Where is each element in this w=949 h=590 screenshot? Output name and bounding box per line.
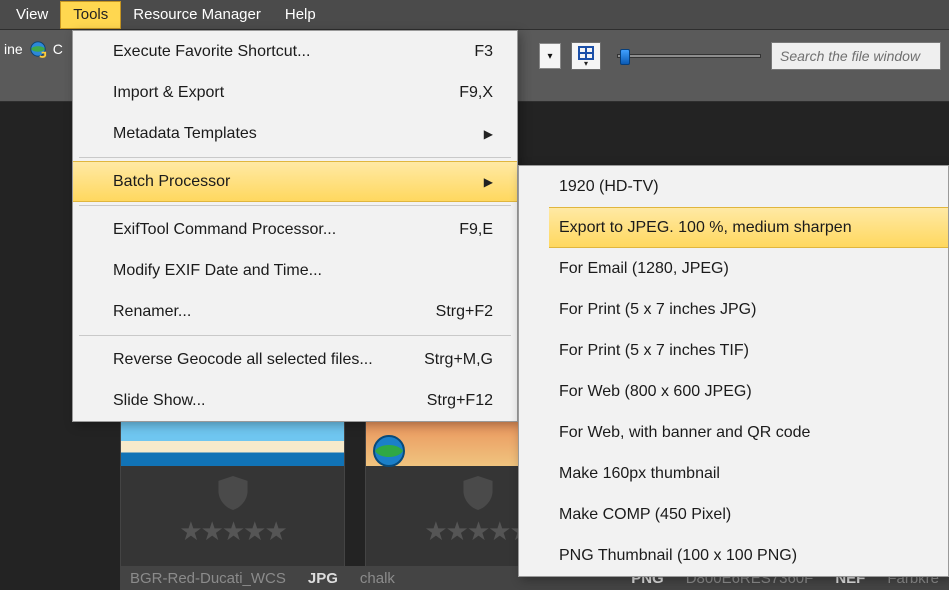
menu-item-label: ExifTool Command Processor... — [113, 221, 413, 239]
menu-resource-manager[interactable]: Resource Manager — [121, 1, 273, 29]
caret-down-icon: ▾ — [547, 51, 552, 62]
submenu-item-png-thumb[interactable]: PNG Thumbnail (100 x 100 PNG) — [519, 535, 948, 576]
caret-down-icon: ▾ — [584, 61, 588, 67]
menu-item-exiftool[interactable]: ExifTool Command Processor... F9,E — [73, 209, 517, 250]
menu-item-label: 1920 (HD-TV) — [559, 178, 924, 196]
menu-item-reverse-geocode[interactable]: Reverse Geocode all selected files... St… — [73, 339, 517, 380]
submenu-item-for-email[interactable]: For Email (1280, JPEG) — [519, 248, 948, 289]
menu-item-accel: F3 — [431, 43, 493, 61]
thumbnail-image — [121, 421, 344, 466]
menu-item-label: For Email (1280, JPEG) — [559, 260, 924, 278]
menu-item-batch-processor[interactable]: Batch Processor ▶ — [73, 161, 517, 202]
menu-item-accel: F9,E — [431, 221, 493, 239]
submenu-item-export-jpeg[interactable]: Export to JPEG. 100 %, medium sharpen — [519, 207, 948, 248]
star-rating[interactable]: ★★★★★ — [179, 516, 286, 547]
menu-item-label: Modify EXIF Date and Time... — [113, 262, 493, 280]
menu-item-modify-exif-date[interactable]: Modify EXIF Date and Time... — [73, 250, 517, 291]
menu-item-label: Renamer... — [113, 303, 413, 321]
toolbar-cut-letter: C — [53, 41, 63, 57]
menu-item-label: Metadata Templates — [113, 125, 456, 143]
menu-item-metadata-templates[interactable]: Metadata Templates ▶ — [73, 113, 517, 154]
menu-item-renamer[interactable]: Renamer... Strg+F2 — [73, 291, 517, 332]
submenu-item-1920[interactable]: 1920 (HD-TV) — [519, 166, 948, 207]
menu-view[interactable]: View — [4, 1, 60, 29]
star-rating[interactable]: ★★★★★ — [424, 516, 531, 547]
menu-item-label: Make 160px thumbnail — [559, 465, 924, 483]
menu-item-slideshow[interactable]: Slide Show... Strg+F12 — [73, 380, 517, 421]
menu-item-label: PNG Thumbnail (100 x 100 PNG) — [559, 547, 924, 565]
submenu-item-make-160px[interactable]: Make 160px thumbnail — [519, 453, 948, 494]
menu-item-accel: Strg+F2 — [431, 303, 493, 321]
menu-item-accel: Strg+F12 — [427, 392, 493, 410]
menu-item-label: Reverse Geocode all selected files... — [113, 351, 406, 369]
menu-item-execute-shortcut[interactable]: Execute Favorite Shortcut... F3 — [73, 31, 517, 72]
shield-icon — [218, 476, 248, 510]
file-name: BGR-Red-Ducati_WCS — [130, 570, 286, 587]
menu-item-label: Export to JPEG. 100 %, medium sharpen — [559, 219, 924, 237]
submenu-arrow-icon: ▶ — [484, 127, 493, 141]
menu-item-label: For Web, with banner and QR code — [559, 424, 924, 442]
globe-icon — [372, 434, 406, 468]
search-input[interactable]: Search the file window — [771, 42, 941, 70]
toolbar-dropdown[interactable]: ▾ — [539, 43, 561, 69]
file-name: chalk — [360, 570, 395, 587]
menu-item-label: Make COMP (450 Pixel) — [559, 506, 924, 524]
globe-refresh-icon[interactable] — [29, 40, 47, 58]
submenu-item-for-print-tif[interactable]: For Print (5 x 7 inches TIF) — [519, 330, 948, 371]
submenu-item-for-print-jpg[interactable]: For Print (5 x 7 inches JPG) — [519, 289, 948, 330]
tools-dropdown: Execute Favorite Shortcut... F3 Import &… — [72, 30, 518, 422]
file-ext: JPG — [308, 570, 338, 587]
search-placeholder: Search the file window — [780, 48, 920, 64]
submenu-item-for-web-banner[interactable]: For Web, with banner and QR code — [519, 412, 948, 453]
menu-item-label: For Web (800 x 600 JPEG) — [559, 383, 924, 401]
submenu-item-make-comp[interactable]: Make COMP (450 Pixel) — [519, 494, 948, 535]
menu-item-label: Import & Export — [113, 84, 413, 102]
menu-item-accel: F9,X — [431, 84, 493, 102]
submenu-item-for-web-800[interactable]: For Web (800 x 600 JPEG) — [519, 371, 948, 412]
menu-item-label: For Print (5 x 7 inches JPG) — [559, 301, 924, 319]
submenu-arrow-icon: ▶ — [484, 175, 493, 189]
menu-separator — [79, 335, 511, 336]
menu-item-label: Batch Processor — [113, 173, 456, 191]
thumbnail-size-slider[interactable] — [611, 46, 761, 66]
menu-separator — [79, 205, 511, 206]
batch-processor-submenu: 1920 (HD-TV) Export to JPEG. 100 %, medi… — [518, 165, 949, 577]
menu-item-label: Slide Show... — [113, 392, 409, 410]
thumbnail-grid-button[interactable]: ▾ — [571, 42, 601, 70]
slider-thumb[interactable] — [620, 49, 630, 65]
toolbar-fragment: ine — [4, 41, 23, 57]
menubar: View Tools Resource Manager Help — [0, 0, 949, 30]
menu-item-accel: Strg+M,G — [424, 351, 493, 369]
menu-item-import-export[interactable]: Import & Export F9,X — [73, 72, 517, 113]
menu-item-label: For Print (5 x 7 inches TIF) — [559, 342, 924, 360]
menu-tools[interactable]: Tools — [60, 1, 121, 29]
menu-item-label: Execute Favorite Shortcut... — [113, 43, 413, 61]
menu-separator — [79, 157, 511, 158]
thumbnail-card[interactable]: ★★★★★ — [120, 420, 345, 590]
grid-icon — [578, 46, 594, 60]
shield-icon — [463, 476, 493, 510]
menu-help[interactable]: Help — [273, 1, 328, 29]
